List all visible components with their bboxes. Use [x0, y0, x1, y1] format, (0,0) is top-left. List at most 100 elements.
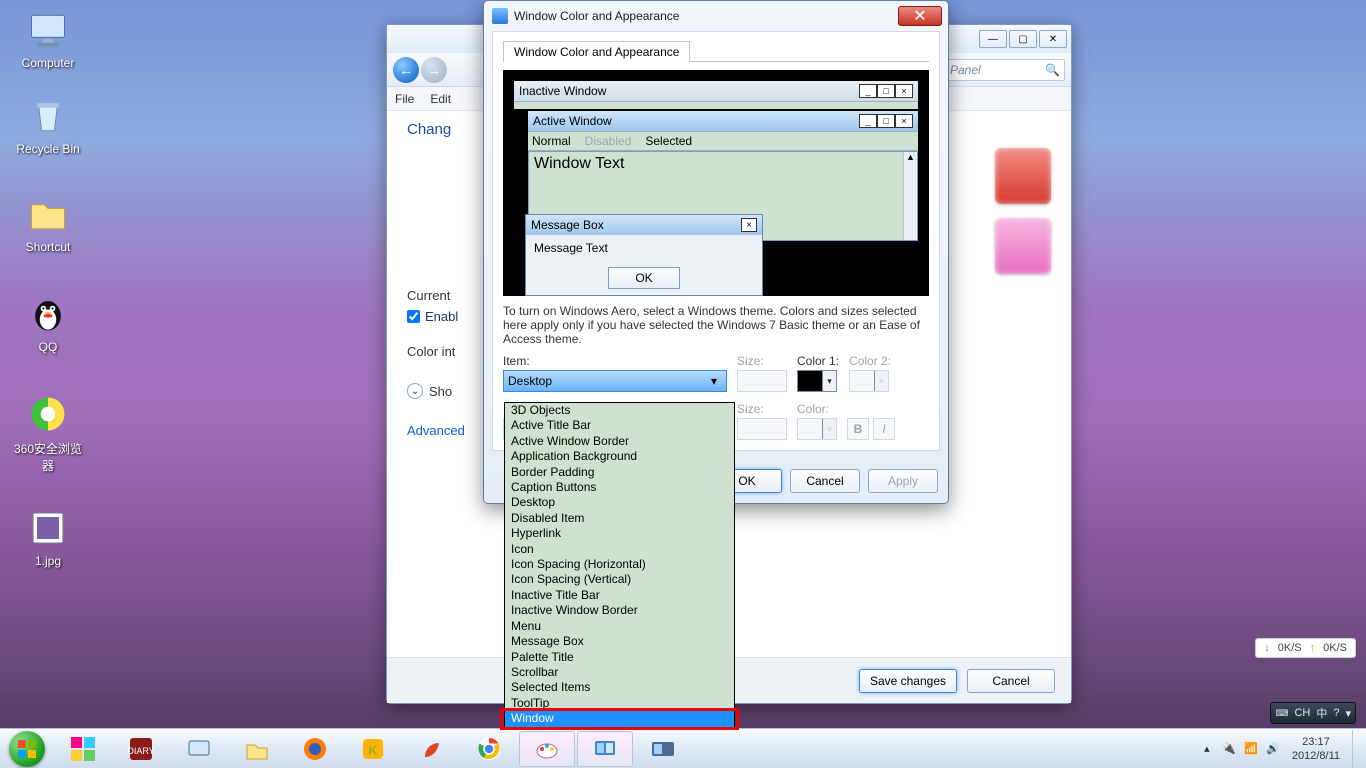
tray-show-hidden-icon[interactable]: ▴: [1198, 740, 1216, 758]
dropdown-option[interactable]: ToolTip: [505, 696, 734, 711]
color1-label: Color 1:: [797, 354, 839, 368]
chevron-down-icon: ⌄: [407, 383, 423, 399]
item-dropdown-list[interactable]: 3D ObjectsActive Title BarActive Window …: [504, 402, 735, 728]
computer-icon: [24, 6, 72, 54]
icon-label: Shortcut: [10, 240, 86, 254]
dropdown-option[interactable]: Icon Spacing (Horizontal): [505, 557, 734, 572]
taskbar-app-1[interactable]: [55, 731, 111, 767]
dialog-title: Window Color and Appearance: [514, 9, 679, 23]
search-icon[interactable]: 🔍: [1045, 63, 1060, 77]
tray-volume-icon[interactable]: 🔊: [1264, 740, 1282, 758]
system-tray: ▴ 🔌 📶 🔊 23:17 2012/8/11: [1196, 730, 1366, 768]
preview-ok-button: OK: [608, 267, 680, 289]
taskbar-firefox[interactable]: [287, 731, 343, 767]
dropdown-option[interactable]: Caption Buttons: [505, 480, 734, 495]
show-desktop-button[interactable]: [1352, 730, 1360, 768]
taskbar-app-6[interactable]: [403, 731, 459, 767]
enable-transparency-checkbox[interactable]: Enabl: [407, 309, 458, 324]
taskbar-app-3[interactable]: [171, 731, 227, 767]
max-icon: □: [877, 114, 895, 128]
minimize-button[interactable]: —: [979, 30, 1007, 48]
preview-active-titlebar: Active Window _ □ ×: [528, 111, 918, 132]
desktop-icon-recycle-bin[interactable]: Recycle Bin: [10, 92, 86, 156]
cancel-button[interactable]: Cancel: [967, 669, 1055, 693]
show-label: Sho: [429, 384, 452, 399]
nav-back-button[interactable]: ←: [393, 57, 419, 83]
dialog-tab[interactable]: Window Color and Appearance: [503, 41, 690, 62]
help-icon[interactable]: ?: [1333, 707, 1339, 719]
taskbar-control-panel[interactable]: [577, 731, 633, 767]
taskbar: DIARY K ▴ 🔌 📶 🔊 23:17 2012/8/11: [0, 728, 1366, 768]
tray-power-icon[interactable]: 🔌: [1220, 740, 1238, 758]
close-icon: ×: [741, 218, 757, 232]
dropdown-option[interactable]: Active Window Border: [505, 434, 734, 449]
taskbar-paint[interactable]: [519, 731, 575, 767]
font-size-combobox: [737, 418, 787, 440]
taskbar-explorer[interactable]: [229, 731, 285, 767]
bold-button: B: [847, 418, 869, 440]
size-label: Size:: [737, 354, 787, 368]
italic-button: I: [873, 418, 895, 440]
desktop-icon-image[interactable]: 1.jpg: [10, 504, 86, 568]
dropdown-option[interactable]: Window: [505, 711, 734, 726]
search-placeholder: Panel: [950, 63, 981, 77]
dropdown-option[interactable]: Palette Title: [505, 650, 734, 665]
ime-icon[interactable]: 中: [1316, 705, 1327, 721]
start-button[interactable]: [0, 729, 54, 768]
cancel-button[interactable]: Cancel: [790, 469, 860, 493]
dropdown-option[interactable]: Application Background: [505, 449, 734, 464]
close-icon: ×: [895, 114, 913, 128]
dropdown-option[interactable]: Selected Items: [505, 680, 734, 695]
dropdown-option[interactable]: Active Title Bar: [505, 418, 734, 433]
maximize-button[interactable]: ▢: [1009, 30, 1037, 48]
clock-date: 2012/8/11: [1292, 749, 1340, 763]
font-color-picker: ▾: [797, 418, 837, 440]
dropdown-option[interactable]: Inactive Window Border: [505, 603, 734, 618]
desktop-icon-computer[interactable]: Computer: [10, 6, 86, 70]
network-speed-overlay[interactable]: ↓0K/S ↑0K/S: [1255, 638, 1356, 658]
dropdown-option[interactable]: Scrollbar: [505, 665, 734, 680]
enable-transparency-input[interactable]: [407, 310, 420, 323]
lang-code[interactable]: CH: [1294, 707, 1310, 719]
dropdown-option[interactable]: 3D Objects: [505, 403, 734, 418]
taskbar-app-5[interactable]: K: [345, 731, 401, 767]
dropdown-option[interactable]: Message Box: [505, 634, 734, 649]
taskbar-chrome[interactable]: [461, 731, 517, 767]
color1-picker[interactable]: ▾: [797, 370, 837, 392]
arrow-up-icon: ↑: [1310, 642, 1316, 654]
item-combobox[interactable]: Desktop ▾: [503, 370, 727, 392]
color2-picker: ▾: [849, 370, 889, 392]
dialog-close-button[interactable]: ✕: [898, 6, 942, 26]
menu-file[interactable]: File: [395, 92, 414, 106]
desktop-icon-shortcut[interactable]: Shortcut: [10, 190, 86, 254]
dialog-titlebar[interactable]: Window Color and Appearance ✕: [484, 1, 948, 31]
dropdown-option[interactable]: Icon: [505, 542, 734, 557]
options-icon[interactable]: ▾: [1345, 707, 1351, 720]
dropdown-option[interactable]: Disabled Item: [505, 511, 734, 526]
save-changes-button[interactable]: Save changes: [859, 669, 957, 693]
preview-inactive-titlebar: Inactive Window _ □ ×: [514, 81, 918, 102]
dropdown-option[interactable]: Inactive Title Bar: [505, 588, 734, 603]
tray-network-icon[interactable]: 📶: [1242, 740, 1260, 758]
close-button[interactable]: ✕: [1039, 30, 1067, 48]
taskbar-clock[interactable]: 23:17 2012/8/11: [1284, 735, 1348, 763]
dropdown-option[interactable]: Icon Spacing (Vertical): [505, 572, 734, 587]
nav-forward-button[interactable]: →: [421, 57, 447, 83]
dropdown-option[interactable]: Desktop: [505, 495, 734, 510]
search-box[interactable]: Panel 🔍: [945, 59, 1065, 81]
language-bar[interactable]: ⌨ CH 中 ? ▾: [1270, 702, 1356, 724]
desktop-icon-qq[interactable]: QQ: [10, 290, 86, 354]
dropdown-option[interactable]: Border Padding: [505, 465, 734, 480]
taskbar-app-9[interactable]: [635, 731, 691, 767]
svg-text:K: K: [368, 742, 378, 758]
svg-text:DIARY: DIARY: [127, 746, 154, 756]
menu-edit[interactable]: Edit: [430, 92, 451, 106]
desktop-icon-360[interactable]: 360安全浏览器: [10, 390, 86, 474]
taskbar-app-2[interactable]: DIARY: [113, 731, 169, 767]
color-swatch-pink[interactable]: [995, 218, 1051, 274]
dropdown-option[interactable]: Hyperlink: [505, 526, 734, 541]
windows-logo-icon: [9, 731, 45, 767]
dropdown-option[interactable]: Menu: [505, 619, 734, 634]
color-swatch-red[interactable]: [995, 148, 1051, 204]
arrow-down-icon: ↓: [1264, 642, 1270, 654]
